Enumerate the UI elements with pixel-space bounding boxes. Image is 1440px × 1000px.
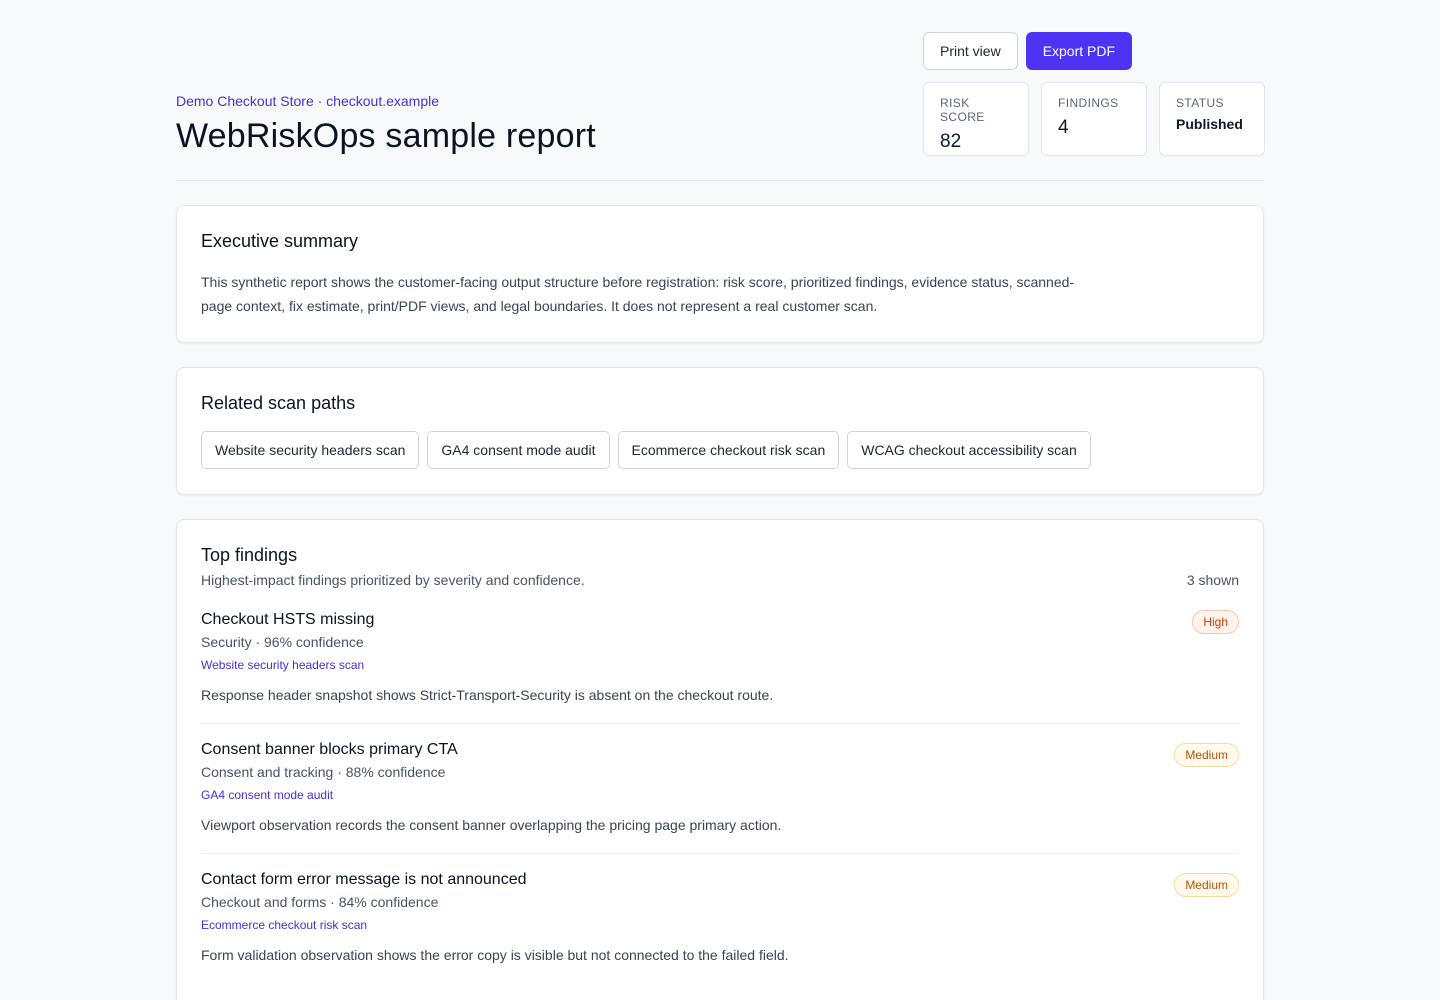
finding-meta: Security · 96% confidence [201, 634, 364, 650]
stat-label: RISK SCORE [940, 96, 985, 124]
related-scan-paths-card: Related scan paths Website security head… [176, 367, 1264, 495]
scan-path-ga4-consent[interactable]: GA4 consent mode audit [427, 431, 610, 469]
finding-scan-link[interactable]: Ecommerce checkout risk scan [201, 918, 367, 932]
finding-title: Contact form error message is not announ… [201, 871, 527, 888]
scan-path-security-headers[interactable]: Website security headers scan [201, 431, 420, 469]
top-findings-card: Top findings Highest-impact findings pri… [176, 519, 1264, 1000]
export-pdf-button[interactable]: Export PDF [1025, 32, 1133, 70]
finding-evidence: Viewport observation records the consent… [201, 817, 782, 833]
report-stats: RISK SCORE 82 FINDINGS 4 STATUS Publishe… [923, 82, 1265, 156]
stat-findings: FINDINGS 4 [1041, 82, 1147, 156]
severity-badge: Medium [1174, 873, 1239, 897]
section-title: Related scan paths [201, 393, 356, 413]
finding-scan-link[interactable]: Website security headers scan [201, 658, 364, 672]
stat-value: 82 [940, 131, 962, 152]
scan-path-list: Website security headers scan GA4 consen… [201, 431, 1239, 469]
finding-evidence: Form validation observation shows the er… [201, 947, 789, 963]
executive-summary-card: Executive summary This synthetic report … [176, 205, 1264, 343]
finding-item: Checkout HSTS missing Security · 96% con… [201, 610, 1239, 724]
finding-title: Consent banner blocks primary CTA [201, 741, 458, 758]
header-actions: Print view Export PDF [923, 32, 1133, 70]
status-badge: Published [1176, 116, 1243, 132]
finding-evidence: Response header snapshot shows Strict-Tr… [201, 687, 774, 703]
finding-meta: Consent and tracking · 88% confidence [201, 764, 446, 780]
page-title: WebRiskOps sample report [176, 117, 596, 155]
findings-subtitle: Highest-impact findings prioritized by s… [201, 572, 585, 588]
findings-count: 3 shown [1186, 572, 1239, 588]
finding-item: Contact form error message is not announ… [201, 854, 1239, 983]
store-breadcrumb: Demo Checkout Store · checkout.example [176, 93, 440, 109]
summary-text: This synthetic report shows the customer… [201, 274, 1075, 314]
findings-list: Checkout HSTS missing Security · 96% con… [201, 610, 1239, 983]
stat-value: 4 [1058, 117, 1069, 138]
scan-path-checkout-risk[interactable]: Ecommerce checkout risk scan [617, 431, 840, 469]
stat-label: FINDINGS [1058, 96, 1119, 110]
scan-path-wcag-accessibility[interactable]: WCAG checkout accessibility scan [847, 431, 1091, 469]
finding-title: Checkout HSTS missing [201, 611, 375, 628]
stat-label: STATUS [1176, 96, 1224, 110]
report-page: Print view Export PDF Demo Checkout Stor… [176, 0, 1265, 1000]
report-header: Print view Export PDF Demo Checkout Stor… [176, 0, 1265, 181]
finding-item: Consent banner blocks primary CTA Consen… [201, 724, 1239, 854]
severity-badge: High [1192, 610, 1239, 634]
finding-meta: Checkout and forms · 84% confidence [201, 894, 439, 910]
stat-risk-score: RISK SCORE 82 [923, 82, 1029, 156]
finding-scan-link[interactable]: GA4 consent mode audit [201, 788, 333, 802]
section-title: Executive summary [201, 231, 359, 251]
severity-badge: Medium [1174, 743, 1239, 767]
findings-subheader: Highest-impact findings prioritized by s… [201, 572, 1239, 588]
section-title: Top findings [201, 545, 298, 565]
print-view-button[interactable]: Print view [923, 32, 1018, 70]
stat-status: STATUS Published [1159, 82, 1265, 156]
